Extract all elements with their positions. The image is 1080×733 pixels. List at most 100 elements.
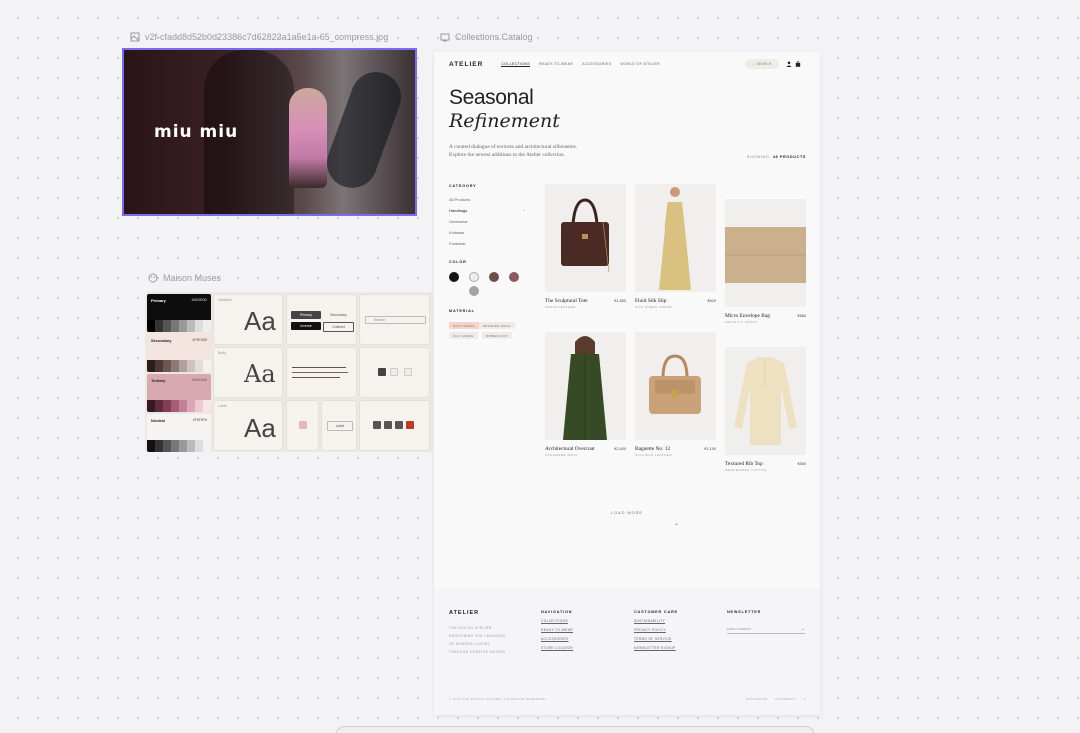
nav-link-world[interactable]: WORLD OF ATELIER — [620, 62, 660, 67]
filter-category-knitwear[interactable]: Knitwear — [449, 230, 465, 235]
chevron-down-icon[interactable]: ⌄ — [674, 520, 679, 527]
material-tag[interactable]: SOFT NAPPA — [449, 322, 479, 329]
edit-icon[interactable] — [299, 421, 307, 429]
lines-card — [286, 347, 357, 398]
newsletter-email-input[interactable]: EMAIL ADDRESS → — [727, 624, 805, 634]
nav-link-collections[interactable]: COLLECTIONS — [501, 62, 530, 67]
color-swatch-card[interactable]: Secondary #F5E6E8 — [147, 334, 211, 372]
ramp-step — [187, 320, 195, 332]
product-image-top[interactable] — [725, 347, 806, 455]
search-card: Search — [359, 294, 430, 345]
tag-icon[interactable] — [395, 421, 403, 429]
ramp-step — [203, 320, 211, 332]
nav-link-accessories[interactable]: ACCESSORIES — [582, 62, 611, 67]
social-link[interactable]: X — [804, 697, 806, 701]
warning-icon[interactable] — [384, 421, 392, 429]
footer-link[interactable]: TERMS OF SERVICE — [634, 637, 678, 641]
product-info: The Sculptural Tote €1,850 — [545, 298, 626, 304]
product-image-baguette[interactable] — [635, 332, 716, 440]
product-image-coat[interactable] — [545, 332, 626, 440]
bag-icon[interactable] — [795, 61, 801, 67]
hero-image-frame[interactable]: miu miu — [122, 48, 417, 216]
product-image-tote[interactable] — [545, 184, 626, 292]
footer-brand[interactable]: ATELIER — [449, 610, 506, 616]
hero-image-model — [289, 88, 327, 188]
product-name[interactable]: Baguette No. 12 — [635, 446, 670, 452]
footer-link[interactable]: COLLECTIONS — [541, 619, 573, 623]
secondary-button-sample[interactable]: Secondary — [323, 311, 354, 319]
color-swatch-card[interactable]: Primary #0D0D0D — [147, 294, 211, 332]
edit-icon[interactable] — [373, 421, 381, 429]
product-image-dress[interactable] — [635, 184, 716, 292]
account-icon[interactable] — [786, 61, 792, 67]
user-icon[interactable] — [404, 368, 412, 376]
hero-subtitle-line1: A curated dialogue of textures and archi… — [449, 144, 578, 150]
design-system-board[interactable]: Primary #0D0D0D Secondary #F5E6E8 Tertiary #D… — [145, 292, 433, 452]
color-swatch-grey[interactable] — [469, 286, 479, 296]
product-card[interactable]: Textured Rib Top €550 MERCERIZED COTTON — [725, 347, 806, 472]
filter-category-all[interactable]: All Products — [449, 197, 470, 202]
social-link[interactable]: INSTAGRAM — [746, 697, 767, 701]
product-card[interactable]: Micro Envelope Bag €680 METALLIC NAPPA — [725, 199, 806, 324]
delete-icon[interactable] — [406, 421, 414, 429]
outlined-button-sample[interactable]: Outlined — [323, 322, 354, 332]
product-name[interactable]: Architectural Overcoat — [545, 446, 595, 452]
product-name[interactable]: Micro Envelope Bag — [725, 313, 770, 319]
product-card[interactable]: Architectural Overcoat €2,400 CASHMERE W… — [545, 332, 626, 457]
chevron-down-icon[interactable]: ⌄ — [522, 207, 525, 212]
chip-card-a — [286, 400, 319, 451]
color-swatch-card[interactable]: Neutral #F8F8F8 — [147, 414, 211, 452]
product-name[interactable]: Textured Rib Top — [725, 461, 763, 467]
label-chip-sample[interactable]: Label — [327, 421, 353, 431]
ramp-step — [195, 400, 203, 412]
footer-link[interactable]: READY-TO-WEAR — [541, 628, 573, 632]
social-link[interactable]: PINTEREST — [775, 697, 795, 701]
showing-label: SHOWING — [746, 155, 770, 159]
search-input-sample[interactable]: Search — [365, 316, 426, 324]
lock-icon[interactable] — [378, 368, 386, 376]
footer-link[interactable]: PRIVACY POLICY — [634, 628, 678, 632]
footer-link[interactable]: ACCESSORIES — [541, 637, 573, 641]
color-swatch-black[interactable] — [449, 272, 459, 282]
bottom-toolbar[interactable] — [335, 726, 815, 733]
swatch-hex: #D4A5A5 — [192, 378, 207, 382]
swatch-ramp — [147, 440, 211, 452]
arrow-right-icon[interactable]: → — [800, 626, 805, 632]
catalog-search-button[interactable]: ⌕ SEARCH — [745, 59, 779, 69]
color-swatch-mauve[interactable] — [509, 272, 519, 282]
product-name[interactable]: The Sculptural Tote — [545, 298, 588, 304]
color-swatch-card[interactable]: Tertiary #D4A5A5 — [147, 374, 211, 412]
type-card-label: Label Aa — [213, 400, 283, 451]
footer-link[interactable]: STORE LOCATOR — [541, 646, 573, 650]
product-material: NAPPA LEATHER — [545, 305, 576, 309]
product-card[interactable]: Baguette No. 12 €1,100 CALFSKIN LEATHER — [635, 332, 716, 457]
ramp-step — [203, 360, 211, 372]
product-price: €550 — [797, 462, 806, 466]
filter-category-handbags[interactable]: Handbags — [449, 208, 467, 213]
ramp-step — [155, 320, 163, 332]
catalog-frame[interactable]: ATELIER COLLECTIONS READY-TO-WEAR ACCESS… — [434, 52, 820, 715]
product-card[interactable]: The Sculptural Tote €1,850 NAPPA LEATHER — [545, 184, 626, 309]
nav-link-ready-to-wear[interactable]: READY-TO-WEAR — [539, 62, 573, 67]
inverse-button-sample[interactable]: Inverse — [291, 322, 321, 330]
frame-icon — [440, 33, 450, 42]
product-card[interactable]: Fluid Silk Slip €820 SILK SHEEN CREPE — [635, 184, 716, 309]
filter-category-outerwear[interactable]: Outerwear — [449, 219, 468, 224]
color-swatch-white[interactable] — [469, 272, 479, 282]
material-tag[interactable]: RIBBED KNIT — [482, 332, 513, 339]
material-tag[interactable]: SILK CREPE — [449, 332, 478, 339]
load-more-button[interactable]: LOAD MORE — [434, 511, 820, 515]
footer-link[interactable]: NEWSLETTER SIGNUP — [634, 646, 678, 650]
primary-button-sample[interactable]: Primary — [291, 311, 321, 319]
product-price: €1,850 — [614, 299, 626, 303]
material-tag[interactable]: BRUSHED WOOL — [479, 322, 516, 329]
catalog-brand[interactable]: ATELIER — [449, 61, 483, 68]
filter-category-footwear[interactable]: Footwear — [449, 241, 466, 246]
product-image-envelope[interactable] — [725, 199, 806, 307]
search-icon[interactable] — [390, 368, 398, 376]
footer-link[interactable]: SUSTAINABILITY — [634, 619, 678, 623]
ramp-step — [155, 440, 163, 452]
color-swatch-brown[interactable] — [489, 272, 499, 282]
type-sample: Aa — [244, 306, 276, 336]
product-name[interactable]: Fluid Silk Slip — [635, 298, 666, 304]
